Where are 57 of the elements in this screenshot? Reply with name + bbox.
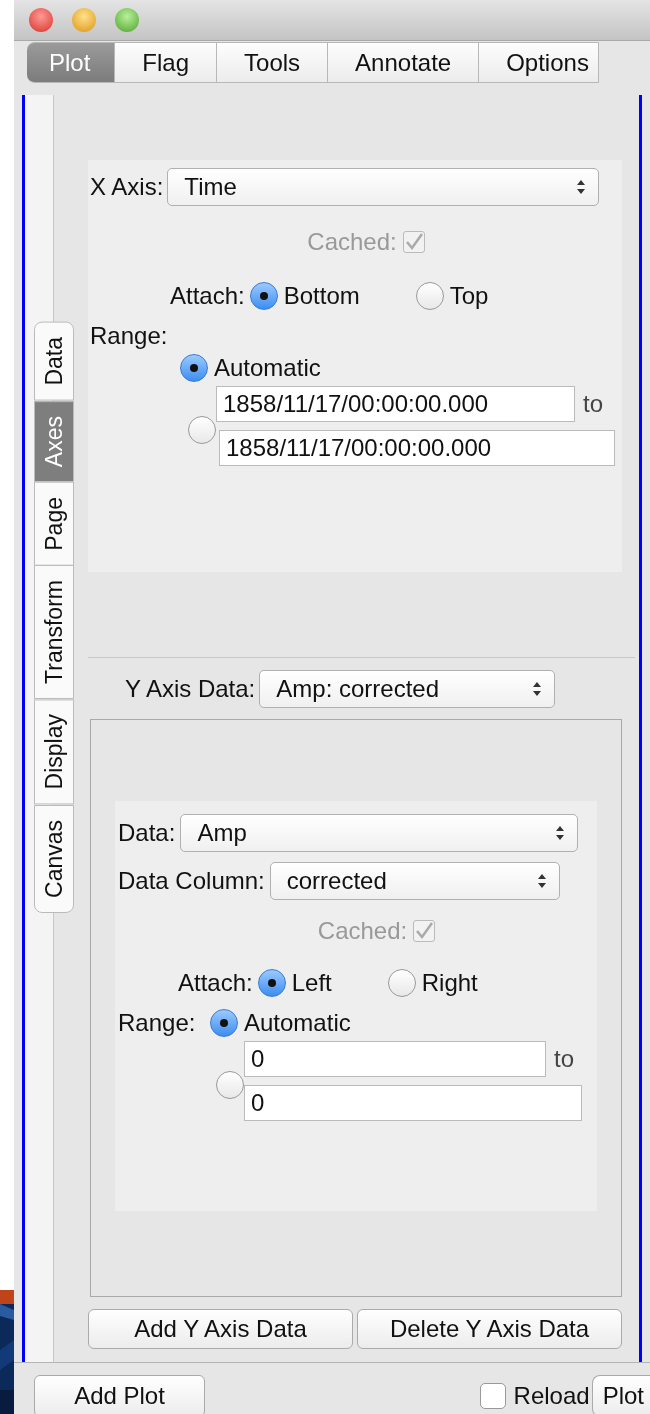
radio-label: Right — [421, 969, 478, 997]
side-tab[interactable]: Canvas — [34, 804, 74, 913]
checkbox[interactable] — [479, 1382, 506, 1409]
side-tab[interactable]: Transform — [34, 565, 74, 700]
field-label: X Axis: — [90, 173, 164, 201]
field-label: Range: — [118, 1009, 196, 1037]
checkbox-label: Cached: — [317, 917, 408, 945]
side-tab[interactable]: Page — [34, 481, 74, 566]
field-label: Attach: — [178, 969, 253, 997]
field-label: Attach: — [170, 282, 245, 310]
input-field[interactable]: 1858/11/17/00:00:00.000 — [216, 386, 575, 422]
checkbox-label: Cached: — [307, 228, 397, 256]
to-label: to — [583, 390, 603, 418]
radio-label: Left — [291, 969, 332, 997]
radio-label: Top — [449, 282, 489, 310]
minimize-button[interactable] — [72, 8, 96, 32]
stepper-arrows-icon — [555, 825, 566, 841]
input-field[interactable]: 1858/11/17/00:00:00.000 — [219, 430, 615, 466]
stepper-arrows-icon — [576, 179, 587, 195]
field-label: Range: — [90, 322, 168, 350]
dropdown[interactable]: Amp: corrected — [259, 670, 556, 708]
radio-button[interactable] — [415, 282, 444, 310]
push-button[interactable]: Add Y Axis Data — [88, 1309, 353, 1349]
side-tab[interactable]: Display — [34, 699, 74, 805]
radio-button[interactable] — [257, 969, 286, 997]
dropdown[interactable]: Amp — [180, 814, 579, 852]
field-label: Data: — [118, 819, 176, 847]
close-button[interactable] — [29, 8, 53, 32]
field-label: Y Axis Data: — [125, 675, 256, 703]
radio-button[interactable] — [188, 416, 216, 444]
tab[interactable]: Annotate — [328, 42, 480, 83]
push-button[interactable]: Add Plot — [34, 1374, 205, 1414]
push-button[interactable]: Delete Y Axis Data — [357, 1309, 622, 1349]
input-field[interactable]: 0 — [244, 1085, 582, 1121]
radio-button[interactable] — [249, 282, 278, 310]
field-label: Data Column: — [118, 867, 265, 895]
stepper-arrows-icon — [536, 873, 547, 889]
zoom-button[interactable] — [115, 8, 139, 32]
push-button[interactable]: Plot — [591, 1374, 650, 1414]
radio-button[interactable] — [210, 1009, 238, 1037]
radio-button[interactable] — [387, 969, 416, 997]
input-field[interactable]: 0 — [244, 1041, 546, 1077]
tab[interactable]: Options — [479, 42, 599, 83]
stepper-arrows-icon — [532, 681, 543, 697]
dropdown[interactable]: Time — [167, 168, 600, 206]
tab[interactable]: Tools — [217, 42, 329, 83]
radio-button[interactable] — [216, 1071, 244, 1099]
radio-button[interactable] — [180, 354, 208, 382]
side-tab[interactable]: Data — [34, 322, 74, 401]
radio-label: Bottom — [283, 282, 360, 310]
dropdown[interactable]: corrected — [269, 862, 560, 900]
tab[interactable]: Flag — [115, 42, 218, 83]
radio-label: Automatic — [244, 1009, 351, 1037]
side-tab[interactable]: Axes — [34, 400, 74, 482]
to-label: to — [554, 1045, 574, 1073]
checkbox-label: Reload — [513, 1381, 590, 1410]
radio-label: Automatic — [214, 354, 321, 382]
